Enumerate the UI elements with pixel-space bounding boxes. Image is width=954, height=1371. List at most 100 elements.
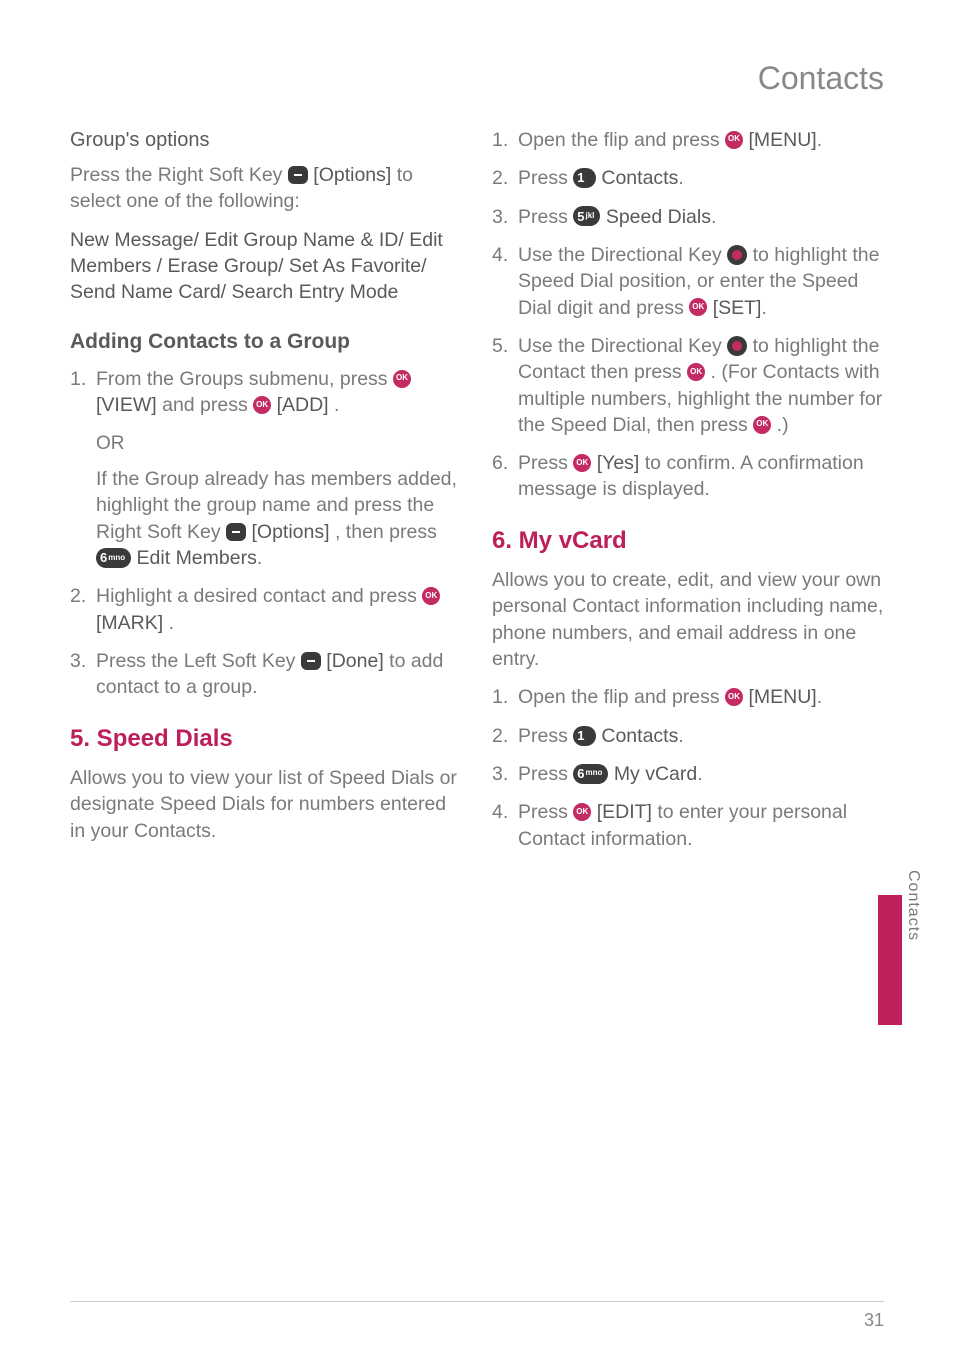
step-number: 2.: [70, 583, 96, 636]
group-options-heading: Group's options: [70, 127, 462, 154]
text: .: [678, 167, 683, 189]
step-3: 3. Press the Left Soft Key [Done] to add…: [70, 648, 462, 701]
ok-key-icon: [689, 298, 707, 316]
ok-key-icon: [253, 396, 271, 414]
text: Press: [518, 725, 573, 747]
step-4: 4. Press [EDIT] to enter your personal C…: [492, 799, 884, 852]
step-number: 4.: [492, 242, 518, 321]
text: .: [817, 686, 822, 708]
text: .: [334, 394, 339, 416]
text: .: [697, 763, 702, 785]
text: Press: [518, 763, 573, 785]
my-vcard-heading: 6. My vCard: [492, 525, 884, 557]
side-tab-label: Contacts: [904, 870, 922, 941]
key-digit: 1: [577, 169, 584, 187]
or-label: OR: [96, 431, 462, 457]
page-header: Contacts: [70, 60, 884, 97]
step-number: 2.: [492, 165, 518, 191]
text: .: [678, 725, 683, 747]
group-options-list: New Message/ Edit Group Name & ID/ Edit …: [70, 227, 462, 306]
my-vcard-label: My vCard: [614, 763, 697, 785]
options-label: [Options]: [252, 521, 330, 543]
step-body: Press 1 Contacts.: [518, 723, 884, 749]
text: My vCard: [614, 763, 697, 785]
text: Use the Directional Key: [518, 244, 727, 266]
text: Open the flip and press: [518, 686, 725, 708]
text: .: [711, 206, 716, 228]
text: Press: [518, 167, 573, 189]
directional-key-icon: [727, 336, 747, 356]
right-soft-key-icon: [226, 523, 246, 541]
mark-label: [MARK]: [96, 612, 163, 634]
group-options-intro: Press the Right Soft Key [Options] to se…: [70, 162, 462, 215]
text: Press the Left Soft Key: [96, 650, 301, 672]
options-label: [Options]: [313, 164, 391, 186]
step-body: Press the Left Soft Key [Done] to add co…: [96, 648, 462, 701]
step-number: 4.: [492, 799, 518, 852]
step-body: Press 6mno My vCard.: [518, 761, 884, 787]
yes-label: [Yes]: [597, 452, 640, 474]
speed-dials-intro: Allows you to view your list of Speed Di…: [70, 765, 462, 844]
step-number: 3.: [492, 761, 518, 787]
text: Press: [518, 452, 573, 474]
key-digit: 6: [577, 765, 584, 783]
contacts-label: Contacts: [601, 725, 678, 747]
step-number: 6.: [492, 450, 518, 503]
add-label: [ADD]: [277, 394, 329, 416]
key-digit: 6: [100, 549, 107, 567]
my-vcard-steps: 1. Open the flip and press [MENU]. 2. Pr…: [492, 684, 884, 852]
key-digit: 5: [577, 208, 584, 226]
step-number: 1.: [492, 684, 518, 710]
text: , then press: [335, 521, 437, 543]
ok-key-icon: [422, 587, 440, 605]
edit-members-label: Edit Members: [137, 547, 257, 569]
step-body: Press 1 Contacts.: [518, 165, 884, 191]
key-letters: [586, 173, 590, 184]
text: Edit Members: [137, 547, 257, 569]
step-number: 1.: [70, 366, 96, 419]
page-footer: 31: [70, 1301, 884, 1331]
text: .: [761, 297, 766, 319]
adding-steps-cont: 2. Highlight a desired contact and press…: [70, 583, 462, 700]
text: Press: [518, 801, 573, 823]
key-6-icon: 6mno: [573, 764, 608, 784]
text: Press: [518, 206, 573, 228]
step-number: 5.: [492, 333, 518, 438]
step-5: 5. Use the Directional Key to highlight …: [492, 333, 884, 438]
step-number: 2.: [492, 723, 518, 749]
text: .: [817, 129, 822, 151]
step-body: Press [EDIT] to enter your personal Cont…: [518, 799, 884, 852]
adding-contacts-heading: Adding Contacts to a Group: [70, 328, 462, 356]
key-letters: mno: [108, 553, 125, 564]
step-number: 1.: [492, 127, 518, 153]
set-label: [SET]: [713, 297, 762, 319]
step-body: Press [Yes] to confirm. A confirmation m…: [518, 450, 884, 503]
text: .: [169, 612, 174, 634]
adding-steps: 1. From the Groups submenu, press [VIEW]…: [70, 366, 462, 419]
step-body: Use the Directional Key to highlight the…: [518, 242, 884, 321]
ok-key-icon: [573, 803, 591, 821]
done-label: [Done]: [326, 650, 383, 672]
step-body: Use the Directional Key to highlight the…: [518, 333, 884, 438]
view-label: [VIEW]: [96, 394, 157, 416]
key-1-icon: 1: [573, 168, 596, 188]
speed-dials-steps: 1. Open the flip and press [MENU]. 2. Pr…: [492, 127, 884, 503]
step-2: 2. Highlight a desired contact and press…: [70, 583, 462, 636]
my-vcard-intro: Allows you to create, edit, and view you…: [492, 567, 884, 672]
side-tab-marker: [878, 895, 902, 1025]
ok-key-icon: [725, 131, 743, 149]
text: Contacts: [601, 725, 678, 747]
step-number: 3.: [70, 648, 96, 701]
step-body: Open the flip and press [MENU].: [518, 127, 884, 153]
text: and press: [162, 394, 253, 416]
key-letters: jkl: [586, 211, 595, 222]
text: Contacts: [601, 167, 678, 189]
right-column: 1. Open the flip and press [MENU]. 2. Pr…: [492, 127, 884, 864]
text: .: [257, 547, 262, 569]
step-2: 2. Press 1 Contacts.: [492, 165, 884, 191]
text: Speed Dials: [606, 206, 711, 228]
right-soft-key-icon: [288, 166, 308, 184]
ok-key-icon: [753, 416, 771, 434]
text: Use the Directional Key: [518, 335, 727, 357]
step-body: Press 5jkl Speed Dials.: [518, 204, 884, 230]
